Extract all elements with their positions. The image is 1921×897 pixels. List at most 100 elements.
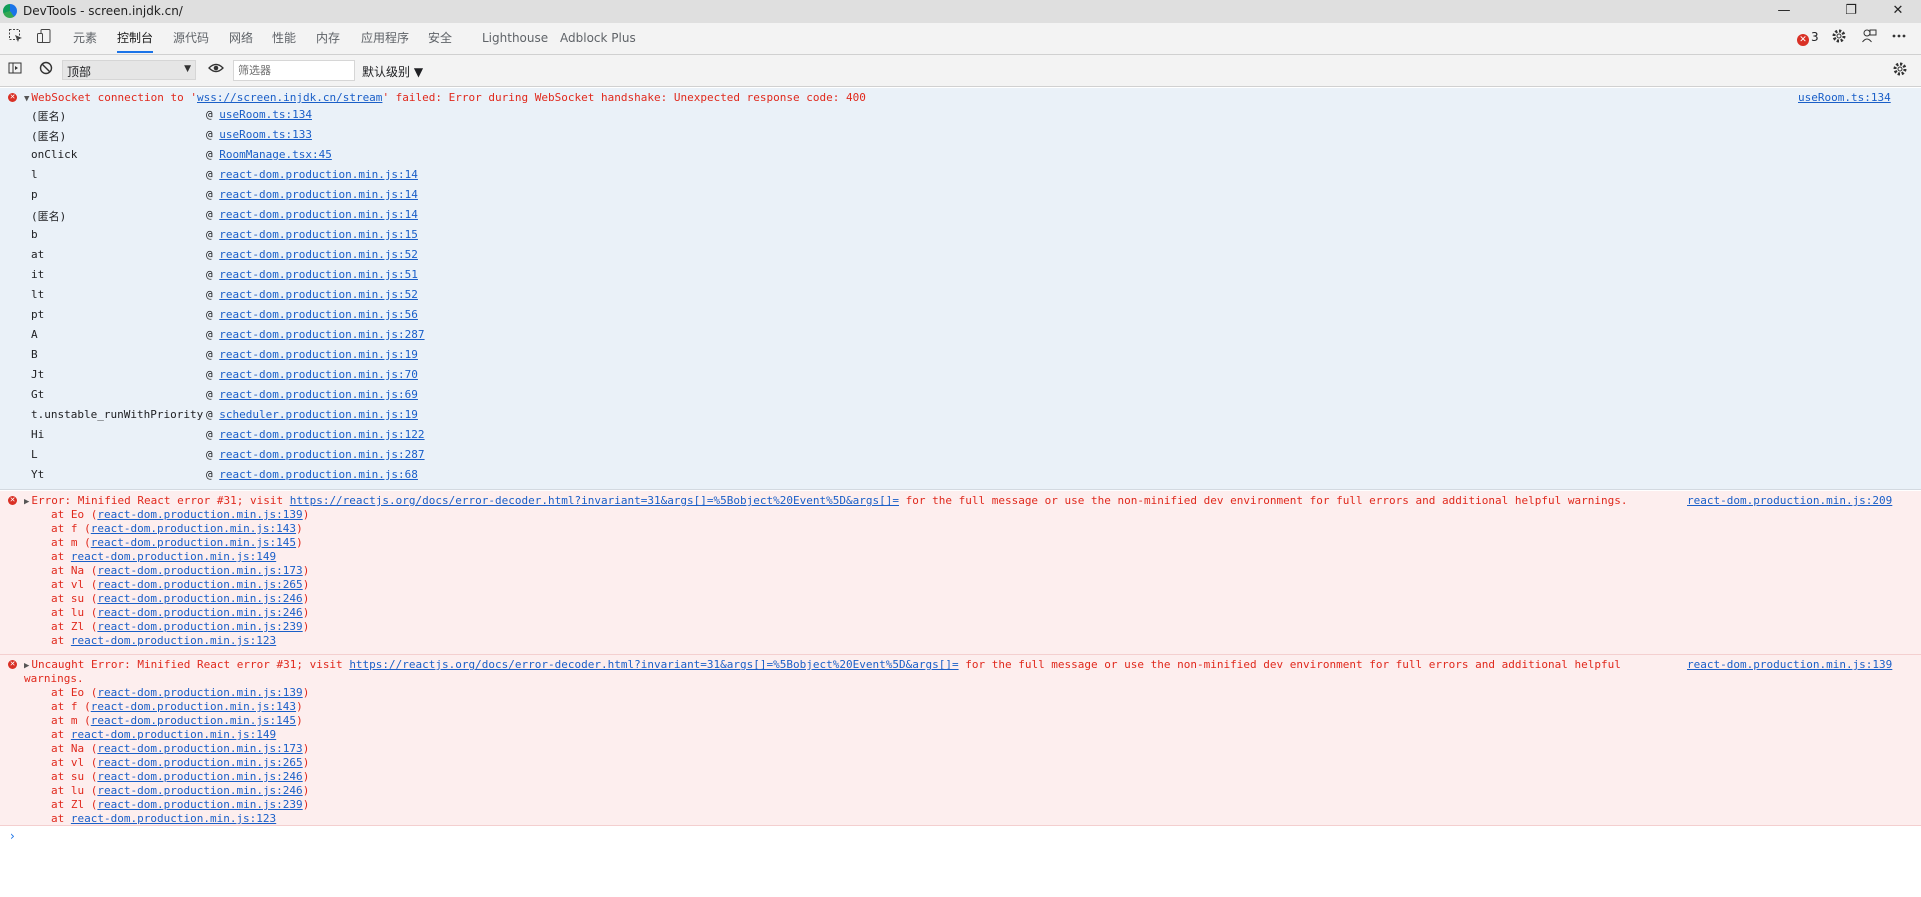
stack-line-link[interactable]: react-dom.production.min.js:265 (97, 578, 302, 591)
source-link[interactable]: react-dom.production.min.js:209 (1687, 494, 1892, 507)
source-link[interactable]: useRoom.ts:134 (1798, 91, 1891, 104)
log-levels-dropdown[interactable]: 默认级别 ▼ (362, 63, 423, 80)
stack-line-function: su (70, 770, 85, 783)
stack-frame-function: t.unstable_runWithPriority (31, 408, 204, 421)
stack-line-link[interactable]: react-dom.production.min.js:123 (71, 634, 276, 647)
console-settings-gear-icon[interactable] (1891, 61, 1909, 79)
stack-line-link[interactable]: react-dom.production.min.js:246 (97, 606, 302, 619)
stack-line-link[interactable]: react-dom.production.min.js:246 (97, 770, 302, 783)
stack-line: at f (react-dom.production.min.js:143) (51, 700, 303, 713)
stack-line-link[interactable]: react-dom.production.min.js:173 (97, 742, 302, 755)
more-options-icon[interactable] (1889, 28, 1909, 48)
stack-line-function: f (70, 522, 78, 535)
settings-gear-icon[interactable] (1829, 28, 1849, 48)
stack-frame-link[interactable]: react-dom.production.min.js:14 (219, 188, 418, 201)
stack-line-function: f (70, 700, 78, 713)
stack-frame-link[interactable]: react-dom.production.min.js:287 (219, 328, 424, 341)
stack-frame-location: @ react-dom.production.min.js:287 (206, 448, 425, 461)
feedback-icon[interactable] (1859, 28, 1879, 48)
source-link[interactable]: react-dom.production.min.js:139 (1687, 658, 1892, 671)
error-decoder-link[interactable]: https://reactjs.org/docs/error-decoder.h… (290, 494, 899, 507)
stack-frame-link[interactable]: react-dom.production.min.js:69 (219, 388, 418, 401)
stack-frame-link[interactable]: react-dom.production.min.js:51 (219, 268, 418, 281)
tab-network[interactable]: 网络 (229, 23, 253, 54)
stack-line: at lu (react-dom.production.min.js:246) (51, 784, 310, 797)
stack-line-link[interactable]: react-dom.production.min.js:246 (97, 592, 302, 605)
filter-input[interactable] (234, 61, 352, 80)
live-expression-eye-icon[interactable] (207, 61, 225, 79)
stack-line-link[interactable]: react-dom.production.min.js:265 (97, 756, 302, 769)
stack-line-link[interactable]: react-dom.production.min.js:123 (71, 812, 276, 825)
context-selector[interactable]: 顶部 ▼ (62, 60, 196, 80)
stack-line: at su (react-dom.production.min.js:246) (51, 592, 310, 605)
stack-line-link[interactable]: react-dom.production.min.js:143 (91, 700, 296, 713)
clear-console-icon[interactable] (37, 61, 55, 79)
tab-application[interactable]: 应用程序 (361, 23, 409, 54)
stack-line-function: m (70, 714, 78, 727)
stack-line: at m (react-dom.production.min.js:145) (51, 536, 303, 549)
stack-line-link[interactable]: react-dom.production.min.js:139 (97, 686, 302, 699)
tab-security[interactable]: 安全 (428, 23, 452, 54)
expanded-triangle-icon[interactable]: ▼ (24, 94, 29, 104)
tab-elements[interactable]: 元素 (73, 23, 97, 54)
collapsed-triangle-icon[interactable]: ▶ (24, 661, 29, 671)
stack-line-link[interactable]: react-dom.production.min.js:145 (91, 714, 296, 727)
tab-performance[interactable]: 性能 (272, 23, 296, 54)
websocket-url-link[interactable]: wss://screen.injdk.cn/stream (197, 91, 382, 104)
stack-line-link[interactable]: react-dom.production.min.js:173 (97, 564, 302, 577)
stack-frame-link[interactable]: react-dom.production.min.js:56 (219, 308, 418, 321)
stack-frame-link[interactable]: react-dom.production.min.js:52 (219, 248, 418, 261)
stack-frame-location: @ react-dom.production.min.js:51 (206, 268, 418, 281)
stack-line-link[interactable]: react-dom.production.min.js:246 (97, 784, 302, 797)
error-icon: ✕ (8, 93, 17, 102)
message-text[interactable]: ▼ WebSocket connection to 'wss://screen.i… (24, 91, 866, 104)
stack-frame-link[interactable]: react-dom.production.min.js:287 (219, 448, 424, 461)
stack-frame-link[interactable]: react-dom.production.min.js:70 (219, 368, 418, 381)
stack-line-link[interactable]: react-dom.production.min.js:143 (91, 522, 296, 535)
stack-frame-link[interactable]: react-dom.production.min.js:14 (219, 168, 418, 181)
stack-frame-link[interactable]: useRoom.ts:133 (219, 128, 312, 141)
stack-frame-link[interactable]: RoomManage.tsx:45 (219, 148, 332, 161)
stack-frame-link[interactable]: useRoom.ts:134 (219, 108, 312, 121)
filter-input-box[interactable] (233, 60, 355, 81)
tab-sources[interactable]: 源代码 (173, 23, 209, 54)
restore-button[interactable]: ❐ (1828, 0, 1874, 23)
stack-line-function: Na (70, 564, 85, 577)
inspect-element-icon[interactable] (6, 28, 26, 48)
stack-line-link[interactable]: react-dom.production.min.js:239 (97, 798, 302, 811)
console-prompt[interactable]: › (10, 829, 15, 843)
stack-frame-link[interactable]: react-dom.production.min.js:122 (219, 428, 424, 441)
stack-line-link[interactable]: react-dom.production.min.js:149 (71, 728, 276, 741)
stack-line-link[interactable]: react-dom.production.min.js:139 (97, 508, 302, 521)
stack-line: at react-dom.production.min.js:123 (51, 634, 277, 647)
stack-frame-link[interactable]: react-dom.production.min.js:68 (219, 468, 418, 481)
stack-frame-link[interactable]: react-dom.production.min.js:14 (219, 208, 418, 221)
tab-memory[interactable]: 内存 (316, 23, 340, 54)
stack-frame-link[interactable]: react-dom.production.min.js:19 (219, 348, 418, 361)
tab-lighthouse[interactable]: Lighthouse (482, 23, 548, 54)
stack-frame-function: Jt (31, 368, 45, 381)
stack-line-link[interactable]: react-dom.production.min.js:239 (97, 620, 302, 633)
stack-frame-function: it (31, 268, 45, 281)
error-decoder-link[interactable]: https://reactjs.org/docs/error-decoder.h… (349, 658, 958, 671)
message-text-continued: warnings. (24, 672, 84, 685)
device-toolbar-icon[interactable] (34, 28, 54, 48)
stack-frame-link[interactable]: react-dom.production.min.js:52 (219, 288, 418, 301)
tab-console[interactable]: 控制台 (117, 23, 154, 54)
stack-frame-location: @ react-dom.production.min.js:122 (206, 428, 425, 441)
collapsed-triangle-icon[interactable]: ▶ (24, 497, 29, 507)
message-text[interactable]: ▶ Error: Minified React error #31; visit … (24, 494, 1627, 507)
stack-line-link[interactable]: react-dom.production.min.js:149 (71, 550, 276, 563)
minimize-button[interactable]: — (1761, 0, 1807, 23)
stack-line: at Eo (react-dom.production.min.js:139) (51, 508, 310, 521)
stack-frame-link[interactable]: react-dom.production.min.js:15 (219, 228, 418, 241)
stack-frame-function: Gt (31, 388, 45, 401)
show-sidebar-icon[interactable] (6, 61, 24, 79)
stack-frame-function: lt (31, 288, 45, 301)
stack-line-link[interactable]: react-dom.production.min.js:145 (91, 536, 296, 549)
close-window-button[interactable]: ✕ (1875, 0, 1921, 23)
stack-frame-link[interactable]: scheduler.production.min.js:19 (219, 408, 418, 421)
issues-counter[interactable]: ✕ 3 (1797, 30, 1819, 46)
tab-adblock-plus[interactable]: Adblock Plus (560, 23, 636, 54)
message-text[interactable]: ▶ Uncaught Error: Minified React error #3… (24, 658, 1621, 671)
